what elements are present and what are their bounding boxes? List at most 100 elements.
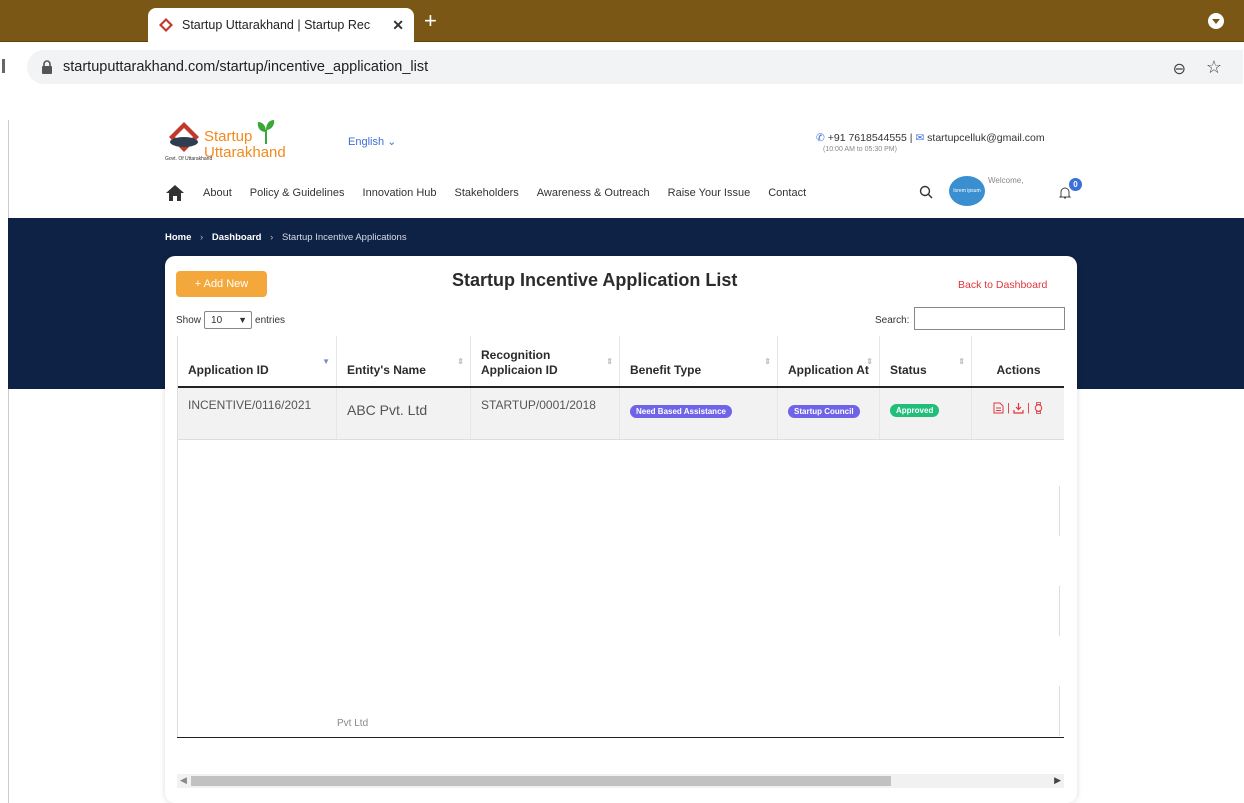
horizontal-scrollbar[interactable]: ◀ ▶: [177, 774, 1064, 788]
language-select[interactable]: English ⌄: [348, 135, 396, 148]
sort-icon: ⇕: [958, 357, 965, 366]
breadcrumb-home[interactable]: Home: [165, 232, 191, 243]
column-header-recognition-id[interactable]: Recognition Applicaion ID ⇕: [471, 336, 620, 386]
scroll-right-icon[interactable]: ▶: [1054, 775, 1061, 786]
nav-about[interactable]: About: [203, 187, 232, 199]
nav-raise-your-issue[interactable]: Raise Your Issue: [668, 187, 751, 199]
breadcrumb-current: Startup Incentive Applications: [281, 232, 407, 243]
column-header-label: Application At: [788, 363, 869, 377]
column-header-application-at[interactable]: Application At ⇕: [778, 336, 880, 386]
cell-application-id: INCENTIVE/0116/2021: [178, 388, 337, 439]
cell-actions: | |: [972, 388, 1064, 439]
sort-icon: ⇕: [764, 357, 771, 366]
row-edge-marker: [1059, 686, 1060, 736]
avatar[interactable]: lorem ipsum: [949, 176, 985, 206]
phone-icon: ✆: [816, 132, 825, 144]
cell-status: Approved: [880, 388, 972, 439]
view-document-icon[interactable]: [993, 402, 1004, 414]
logo-text-startup: Startup: [204, 128, 253, 145]
back-button-stub[interactable]: [2, 59, 5, 73]
application-list-card: + Add New Startup Incentive Application …: [165, 256, 1077, 803]
logo-sprout-icon: [257, 120, 275, 144]
sort-icon: ⇕: [457, 357, 464, 366]
watch-icon[interactable]: [1033, 401, 1044, 414]
sort-icon: ⇕: [866, 357, 873, 366]
column-header-benefit-type[interactable]: Benefit Type ⇕: [620, 336, 778, 386]
nav-awareness-outreach[interactable]: Awareness & Outreach: [537, 187, 650, 199]
logo-text-uttarakhand: Uttarakhand: [204, 144, 286, 161]
show-entries-control: Show 10 ▼ entries: [176, 311, 285, 329]
applications-table: Application ID ▼ Entity's Name ⇕ Recogni…: [177, 336, 1064, 738]
table-header: Application ID ▼ Entity's Name ⇕ Recogni…: [178, 336, 1064, 388]
logo-emblem-icon: [169, 122, 199, 152]
table-bottom-border: [177, 737, 1064, 738]
new-tab-button[interactable]: +: [424, 10, 437, 32]
scrollbar-thumb[interactable]: [191, 776, 891, 786]
nav-contact[interactable]: Contact: [768, 187, 806, 199]
entries-label: entries: [255, 314, 286, 326]
nav-policy-guidelines[interactable]: Policy & Guidelines: [250, 187, 345, 199]
column-header-application-id[interactable]: Application ID ▼: [178, 336, 337, 386]
scroll-left-icon[interactable]: ◀: [180, 775, 187, 786]
page-left-border: [8, 389, 9, 803]
browser-tab[interactable]: Startup Uttarakhand | Startup Rec ✕: [148, 8, 414, 42]
office-hours: (10:00 AM to 05:30 PM): [823, 146, 897, 153]
phone-number[interactable]: +91 7618544555: [828, 132, 907, 144]
logo-gov-text: Govt. Of Uttarakhand: [165, 156, 213, 162]
home-icon[interactable]: [165, 184, 185, 202]
search-icon[interactable]: [919, 185, 933, 199]
close-tab-icon[interactable]: ✕: [392, 17, 404, 34]
cell-entity-name: ABC Pvt. Ltd: [337, 388, 471, 439]
table-row[interactable]: INCENTIVE/0116/2021 ABC Pvt. Ltd STARTUP…: [178, 388, 1064, 440]
url-text[interactable]: startuputtarakhand.com/startup/incentive…: [63, 59, 428, 75]
cell-benefit-type: Need Based Assistance: [620, 388, 778, 439]
back-to-dashboard-link[interactable]: Back to Dashboard: [958, 279, 1047, 291]
site-header: Startup Uttarakhand Govt. Of Uttarakhand…: [8, 120, 1244, 218]
show-label: Show: [176, 314, 202, 326]
column-header-label: Actions: [996, 363, 1041, 377]
breadcrumb: Home › Dashboard › Startup Incentive App…: [165, 232, 407, 243]
welcome-text: Welcome,: [988, 176, 1024, 185]
profile-menu-icon[interactable]: [1208, 13, 1224, 29]
table-empty-area: [178, 441, 1064, 723]
mail-icon: ✉: [915, 132, 925, 144]
application-at-badge: Startup Council: [788, 405, 860, 418]
sort-icon: ⇕: [606, 357, 613, 366]
breadcrumb-separator: ›: [200, 232, 204, 243]
column-header-label: Entity's Name: [347, 363, 426, 377]
contact-separator: |: [909, 132, 913, 144]
status-badge: Approved: [890, 404, 940, 417]
favicon-icon: [159, 18, 173, 32]
avatar-text: lorem ipsum: [953, 188, 981, 194]
column-header-label: Application ID: [188, 363, 269, 377]
nav-innovation-hub[interactable]: Innovation Hub: [363, 187, 437, 199]
cell-recognition-id: STARTUP/0001/2018: [471, 388, 620, 439]
search-input[interactable]: [914, 307, 1065, 330]
search-label: Search:: [875, 315, 910, 326]
entries-select[interactable]: 10 ▼: [204, 311, 253, 329]
row-edge-marker: [1059, 486, 1060, 536]
row-edge-marker: [1059, 586, 1060, 636]
contact-info: ✆ +91 7618544555 | ✉ startupcelluk@gmail…: [816, 132, 1045, 144]
address-bar: startuputtarakhand.com/startup/incentive…: [0, 42, 1244, 92]
add-new-button[interactable]: + Add New: [176, 271, 267, 297]
column-header-status[interactable]: Status ⇕: [880, 336, 972, 386]
breadcrumb-dashboard[interactable]: Dashboard: [212, 232, 262, 243]
zoom-icon[interactable]: ⊖: [1173, 59, 1186, 79]
column-header-label: Status: [890, 363, 927, 377]
chevron-down-icon: ▼: [238, 315, 248, 325]
breadcrumb-separator: ›: [270, 232, 274, 243]
action-separator: |: [1007, 402, 1010, 414]
tab-title: Startup Uttarakhand | Startup Rec: [182, 18, 371, 32]
nav-stakeholders[interactable]: Stakeholders: [455, 187, 519, 199]
column-header-entity-name[interactable]: Entity's Name ⇕: [337, 336, 471, 386]
omnibox[interactable]: startuputtarakhand.com/startup/incentive…: [27, 50, 1243, 84]
email-address[interactable]: startupcelluk@gmail.com: [927, 132, 1044, 144]
sort-desc-icon: ▼: [322, 357, 330, 366]
clipped-cell-text: Pvt Ltd: [337, 718, 369, 729]
site-logo[interactable]: Startup Uttarakhand Govt. Of Uttarakhand: [165, 120, 325, 164]
star-icon[interactable]: ☆: [1206, 57, 1222, 78]
benefit-type-badge: Need Based Assistance: [630, 405, 732, 418]
download-icon[interactable]: [1013, 402, 1024, 414]
lock-icon: [42, 60, 52, 74]
